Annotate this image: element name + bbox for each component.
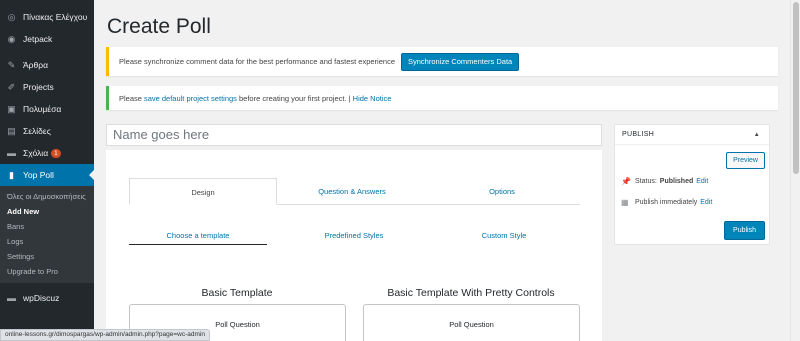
sync-notice: Please synchronize comment data for the …: [106, 47, 778, 76]
comments-icon: ▬: [7, 148, 16, 158]
submenu-all-polls[interactable]: Όλες οι Δημοσκοπήσεις: [0, 189, 94, 204]
browser-status-url: online-lessons.gr/dimospargas/wp-admin/a…: [0, 329, 210, 341]
calendar-icon: ▦: [621, 198, 629, 207]
builder-tabs: Design Question & Answers Options: [129, 178, 580, 205]
save-settings-link[interactable]: save default project settings: [144, 94, 237, 103]
poll-icon: ▮: [9, 169, 14, 180]
page-scrollbar[interactable]: [790, 0, 800, 341]
subtab-custom-style[interactable]: Custom Style: [429, 231, 579, 245]
tab-design[interactable]: Design: [129, 178, 277, 205]
sidebar-item-jetpack[interactable]: ◉ Jetpack: [0, 28, 94, 50]
sidebar-item-label: Σχόλια: [23, 148, 49, 158]
poll-name-input[interactable]: Name goes here: [106, 124, 602, 146]
submenu-bans[interactable]: Bans: [0, 219, 94, 234]
schedule-row: ▦ Publish immediately Edit: [621, 198, 712, 207]
poll-builder: Design Question & Answers Options Choose…: [106, 150, 602, 341]
scrollbar-thumb[interactable]: [793, 2, 799, 174]
admin-sidebar: ◎ Πίνακας Ελέγχου ◉ Jetpack ✎ Άρθρα ✐ Pr…: [0, 0, 94, 341]
dashboard-icon: ◎: [7, 11, 16, 22]
pin-icon: 📌: [621, 177, 631, 186]
tab-options[interactable]: Options: [427, 178, 577, 204]
settings-notice: Please save default project settings bef…: [106, 86, 778, 110]
sidebar-item-label: Πολυμέσα: [23, 104, 62, 114]
sidebar-item-dashboard[interactable]: ◎ Πίνακας Ελέγχου: [0, 6, 94, 28]
sidebar-item-yop-poll[interactable]: ▮ Yop Poll: [0, 164, 94, 186]
publish-button[interactable]: Publish: [724, 221, 765, 240]
publish-box: PUBLISH ▲ Preview 📌 Status: Published Ed…: [614, 124, 770, 245]
comments-count-badge: 1: [51, 148, 61, 158]
sidebar-item-label: Άρθρα: [23, 60, 48, 70]
sidebar-item-media[interactable]: ▣ Πολυμέσα: [0, 98, 94, 120]
sidebar-item-label: Projects: [23, 82, 54, 92]
settings-notice-prefix: Please: [119, 93, 142, 103]
sidebar-item-wpdiscuz[interactable]: ▬ wpDiscuz: [0, 287, 94, 309]
main-content: Create Poll Please synchronize comment d…: [94, 0, 800, 341]
schedule-text: Publish immediately: [635, 199, 698, 206]
sidebar-item-comments[interactable]: ▬ Σχόλια 1: [0, 142, 94, 164]
pin-icon: ✎: [7, 59, 16, 70]
sidebar-item-label: Πίνακας Ελέγχου: [23, 12, 88, 22]
template-heading-basic: Basic Template: [201, 287, 273, 299]
schedule-edit-link[interactable]: Edit: [700, 199, 712, 206]
projects-icon: ✐: [7, 81, 16, 92]
preview-button[interactable]: Preview: [726, 152, 765, 169]
sidebar-item-label: Jetpack: [23, 34, 53, 44]
tab-questions-answers[interactable]: Question & Answers: [277, 178, 427, 204]
synchronize-button[interactable]: Synchronize Commenters Data: [400, 52, 520, 71]
status-row: 📌 Status: Published Edit: [621, 177, 708, 186]
subtab-predefined-styles[interactable]: Predefined Styles: [279, 231, 429, 245]
media-icon: ▣: [7, 103, 16, 114]
status-value: Published: [659, 178, 694, 185]
sidebar-item-posts[interactable]: ✎ Άρθρα: [0, 54, 94, 76]
sidebar-item-label: Σελίδες: [23, 126, 51, 136]
submenu-logs[interactable]: Logs: [0, 234, 94, 249]
collapse-arrow-icon[interactable]: ▲: [754, 125, 760, 144]
status-edit-link[interactable]: Edit: [696, 178, 708, 185]
publish-title: PUBLISH: [622, 131, 655, 138]
sidebar-item-pages[interactable]: ▤ Σελίδες: [0, 120, 94, 142]
submenu-add-new[interactable]: Add New: [0, 204, 94, 219]
hide-notice-link[interactable]: Hide Notice: [353, 94, 392, 103]
discuss-icon: ▬: [7, 293, 16, 303]
status-label: Status:: [635, 178, 657, 185]
submenu-settings[interactable]: Settings: [0, 249, 94, 264]
pages-icon: ▤: [7, 125, 16, 136]
design-subtabs: Choose a template Predefined Styles Cust…: [129, 231, 580, 245]
sidebar-item-projects[interactable]: ✐ Projects: [0, 76, 94, 98]
sidebar-item-label: Yop Poll: [23, 170, 54, 180]
sidebar-item-label: wpDiscuz: [23, 293, 60, 303]
template-heading-pretty: Basic Template With Pretty Controls: [387, 287, 555, 299]
sync-notice-text: Please synchronize comment data for the …: [119, 57, 395, 66]
submenu-upgrade[interactable]: Upgrade to Pro: [0, 264, 94, 279]
jetpack-icon: ◉: [7, 33, 16, 44]
template-card-pretty[interactable]: Poll Question: [363, 304, 580, 341]
publish-header: PUBLISH ▲: [615, 125, 769, 145]
yop-poll-submenu: Όλες οι Δημοσκοπήσεις Add New Bans Logs …: [0, 186, 94, 283]
subtab-choose-template[interactable]: Choose a template: [129, 231, 267, 245]
settings-notice-suffix: before creating your first project. |: [236, 93, 353, 103]
page-title: Create Poll: [107, 15, 211, 38]
